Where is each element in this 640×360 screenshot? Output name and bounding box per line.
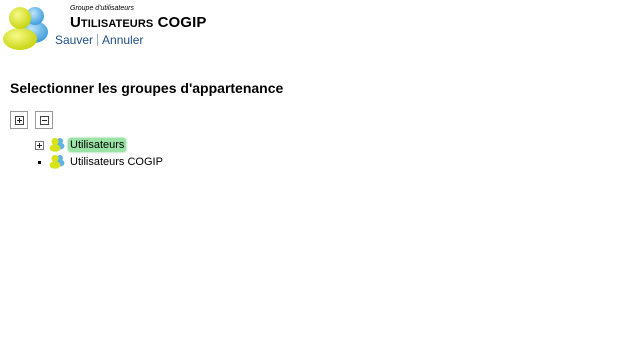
cancel-link[interactable]: Annuler bbox=[101, 33, 144, 47]
user-group-icon bbox=[49, 137, 65, 152]
page-header: Groupe d'utilisateurs Utilisateurs COGIP… bbox=[0, 0, 640, 52]
section-title: Selectionner les groupes d'appartenance bbox=[10, 80, 284, 96]
save-link[interactable]: Sauver bbox=[54, 33, 94, 47]
collapse-all-button[interactable] bbox=[35, 111, 53, 129]
action-separator bbox=[97, 34, 99, 46]
expand-all-button[interactable] bbox=[10, 111, 28, 129]
minus-box-icon bbox=[39, 115, 49, 125]
leaf-bullet-icon bbox=[38, 161, 41, 164]
user-group-icon bbox=[49, 154, 65, 169]
tree-node-label[interactable]: Utilisateurs COGIP bbox=[68, 155, 165, 169]
page-title: Utilisateurs COGIP bbox=[70, 14, 207, 31]
header-actions: Sauver Annuler bbox=[54, 33, 144, 47]
page-subtitle: Groupe d'utilisateurs bbox=[70, 5, 134, 12]
expand-node-icon[interactable] bbox=[35, 141, 44, 150]
tree-node-label[interactable]: Utilisateurs bbox=[68, 138, 127, 152]
user-group-logo-icon bbox=[3, 7, 48, 50]
plus-box-icon bbox=[14, 115, 24, 125]
